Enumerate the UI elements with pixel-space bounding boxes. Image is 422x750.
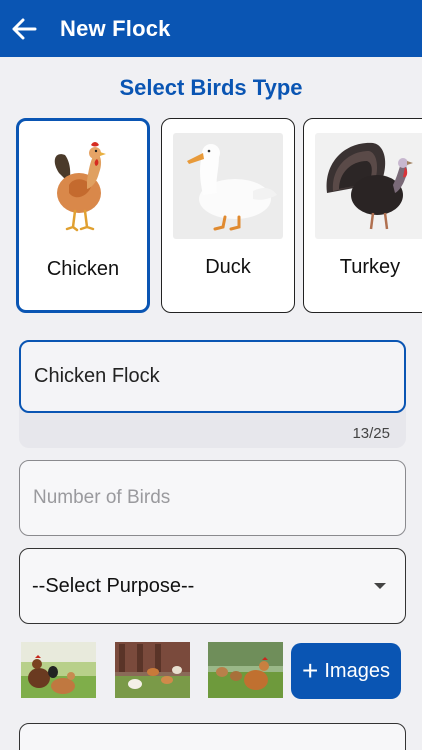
flock-photo-thumbnail[interactable] [115, 642, 190, 698]
arrow-left-icon [12, 18, 37, 39]
page-title: New Flock [60, 15, 171, 41]
purpose-select[interactable]: --Select Purpose-- [19, 548, 406, 624]
plus-icon: + [302, 655, 319, 686]
dropdown-caret-icon [374, 583, 386, 589]
turkey-image [315, 133, 422, 239]
flock-photo-thumbnail[interactable] [21, 642, 96, 698]
character-counter: 13/25 [352, 425, 390, 442]
next-field[interactable] [19, 723, 406, 750]
number-of-birds-input[interactable]: Number of Birds [19, 460, 406, 536]
duck-image [173, 133, 283, 239]
bird-type-chicken[interactable]: Chicken [16, 118, 150, 313]
purpose-selected-value: --Select Purpose-- [32, 574, 195, 597]
section-title: Select Birds Type [119, 75, 303, 100]
app-bar: New Flock [0, 0, 422, 57]
flock-name-container: Chicken Flock 13/25 [19, 340, 406, 448]
bird-type-turkey[interactable]: Turkey [303, 118, 422, 313]
back-button[interactable] [0, 0, 50, 57]
add-images-button[interactable]: + Images [291, 643, 401, 699]
bird-type-label: Duck [205, 256, 251, 278]
chicken-image [29, 133, 139, 239]
flock-name-input[interactable]: Chicken Flock [19, 340, 406, 413]
add-images-label: Images [324, 659, 390, 682]
bird-type-label: Turkey [339, 256, 401, 278]
bird-type-duck[interactable]: Duck [161, 118, 295, 313]
bird-type-label: Chicken [46, 258, 120, 280]
bird-type-list: Chicken Duck Turkey [16, 118, 422, 315]
flock-photo-thumbnail[interactable] [208, 642, 283, 698]
